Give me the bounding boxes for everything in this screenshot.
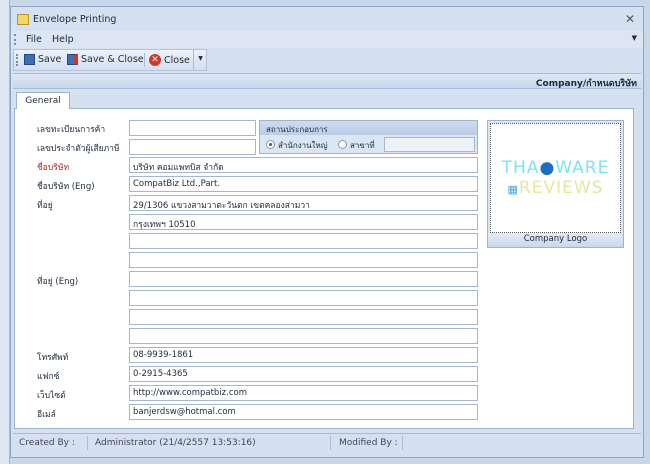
toolbar-overflow-button[interactable]: ▼ (193, 50, 207, 70)
close-button[interactable]: ✕ Close (149, 54, 190, 66)
title-bar: Envelope Printing ✕ (11, 7, 643, 31)
general-panel: เลขทะเบียนการค้า เลขประจำตัวผู้เสียภาษี … (14, 108, 634, 429)
save-button[interactable]: Save (24, 54, 61, 65)
toolbar: Save Save & Close ✕ Close ▼ (13, 49, 207, 71)
background-panel (0, 0, 10, 464)
save-icon (24, 54, 35, 65)
company-name-label: ชื่อบริษัท (37, 163, 70, 173)
window-title: Envelope Printing (33, 14, 117, 25)
toolbar-grip[interactable] (16, 54, 18, 66)
app-icon (17, 14, 29, 25)
phone-label: โทรศัพท์ (37, 353, 69, 363)
company-name-eng-input[interactable]: CompatBiz Ltd.,Part. (129, 176, 478, 192)
created-by-value: Administrator (21/4/2557 13:53:16) (95, 438, 256, 448)
fax-label: แฟกซ์ (37, 372, 60, 382)
address-label: ที่อยู่ (37, 201, 53, 211)
email-label: อีเมล์ (37, 410, 56, 420)
envelope-printing-window: Envelope Printing ✕ File Help ▼ Save Sav… (10, 6, 644, 458)
menu-help[interactable]: Help (52, 34, 74, 45)
company-name-input[interactable]: บริษัท คอมแพทบิส จำกัด (129, 157, 478, 173)
phone-input[interactable]: 08-9939-1861 (129, 347, 478, 363)
tax-id-label: เลขประจำตัวผู้เสียภาษี (37, 144, 120, 154)
address-line-1[interactable]: 29/1306 แขวงสามวาตะวันตก เขตคลองสามวา (129, 195, 478, 211)
logo-text-top: THA●WARE (501, 158, 610, 178)
section-title: Company/กำหนดบริษัท (535, 79, 637, 89)
company-logo-box: THA●WARE ▦REVIEWS Company Logo (487, 120, 624, 248)
status-separator (402, 436, 403, 450)
close-window-button[interactable]: ✕ (625, 12, 635, 26)
menu-bar: File Help ▼ (11, 31, 643, 48)
website-label: เว็บไซต์ (37, 391, 66, 401)
toolbar-separator (144, 53, 145, 67)
section-header: Company/กำหนดบริษัท (13, 73, 641, 89)
chevron-down-icon[interactable]: ▼ (632, 34, 637, 42)
save-close-icon (67, 54, 78, 65)
status-bar: Created By : Administrator (21/4/2557 13… (13, 433, 641, 451)
trade-reg-input[interactable] (129, 120, 256, 136)
menu-file[interactable]: File (26, 34, 42, 45)
address-eng-line-1[interactable] (129, 271, 478, 287)
head-office-label[interactable]: สำนักงานใหญ่ (278, 139, 328, 152)
website-input[interactable]: http://www.compatbiz.com (129, 385, 478, 401)
address-line-3[interactable] (129, 233, 478, 249)
save-close-button[interactable]: Save & Close (67, 54, 144, 65)
establishment-group: สถานประกอบการ สำนักงานใหญ่ สาขาที่ (259, 120, 478, 154)
fax-input[interactable]: 0-2915-4365 (129, 366, 478, 382)
branch-label[interactable]: สาขาที่ (350, 139, 375, 152)
branch-radio[interactable] (338, 140, 347, 149)
menu-grip[interactable] (14, 34, 16, 45)
establishment-title: สถานประกอบการ (260, 121, 477, 135)
company-logo-image[interactable]: THA●WARE ▦REVIEWS (490, 123, 621, 233)
trade-reg-label: เลขทะเบียนการค้า (37, 125, 106, 135)
status-separator (87, 436, 88, 450)
close-icon: ✕ (149, 54, 161, 66)
email-input[interactable]: banjerdsw@hotmal.com (129, 404, 478, 420)
created-by-label: Created By : (19, 438, 75, 448)
status-separator (330, 436, 331, 450)
company-logo-caption: Company Logo (488, 234, 623, 247)
address-eng-label: ที่อยู่ (Eng) (37, 277, 79, 287)
tab-general[interactable]: General (16, 92, 70, 109)
address-line-2[interactable]: กรุงเทพฯ 10510 (129, 214, 478, 230)
address-eng-line-3[interactable] (129, 309, 478, 325)
company-name-eng-label: ชื่อบริษัท (Eng) (37, 182, 95, 192)
head-office-radio[interactable] (266, 140, 275, 149)
tax-id-input[interactable] (129, 139, 256, 155)
branch-number-input[interactable] (384, 137, 475, 152)
modified-by-label: Modified By : (339, 438, 398, 448)
address-line-4[interactable] (129, 252, 478, 268)
address-eng-line-2[interactable] (129, 290, 478, 306)
logo-text-bottom: ▦REVIEWS (507, 178, 604, 198)
address-eng-line-4[interactable] (129, 328, 478, 344)
